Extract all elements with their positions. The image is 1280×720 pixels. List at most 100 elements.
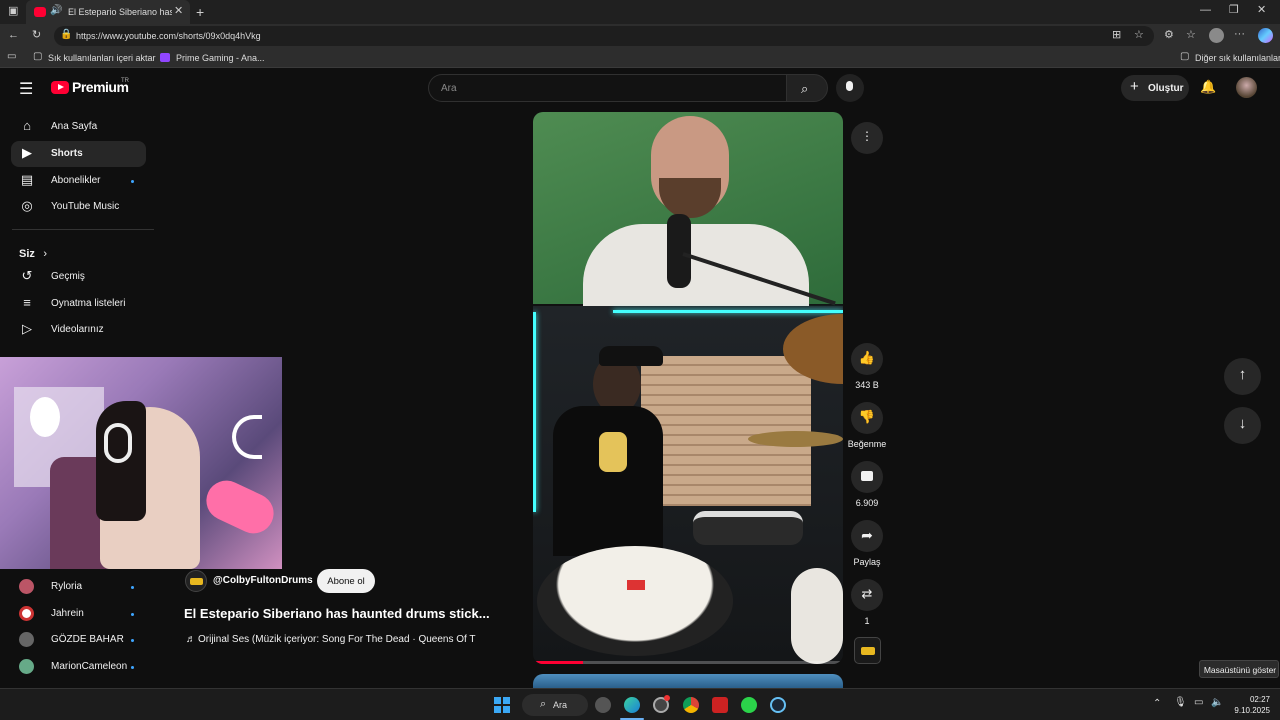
browser-tab[interactable]: 🔊 El Estepario Siberiano has ha ✕ bbox=[26, 0, 190, 24]
steam-icon[interactable] bbox=[770, 697, 786, 713]
region-code: TR bbox=[121, 78, 129, 84]
youtube-favicon-icon bbox=[34, 7, 46, 17]
channel-handle[interactable]: @ColbyFultonDrums bbox=[213, 575, 313, 586]
thumbs-up-icon: 👍 bbox=[858, 350, 876, 365]
close-tab-icon[interactable]: ✕ bbox=[174, 6, 183, 17]
premium-brand[interactable]: Premium bbox=[72, 79, 129, 95]
vpn-app-icon[interactable] bbox=[741, 697, 757, 713]
sidebar-item-home[interactable]: ⌂ Ana Sayfa bbox=[11, 114, 146, 140]
notification-badge bbox=[664, 695, 670, 701]
channel-avatar[interactable] bbox=[185, 570, 207, 592]
minimize-icon[interactable]: — bbox=[1200, 5, 1211, 16]
reader-mode-icon[interactable]: ⊞ bbox=[1112, 30, 1121, 41]
account-avatar[interactable] bbox=[1236, 77, 1257, 98]
like-button[interactable]: 👍 bbox=[851, 343, 883, 375]
prime-gaming-link[interactable]: Prime Gaming - Ana... bbox=[176, 53, 265, 63]
sidebar-item-label: Ana Sayfa bbox=[51, 121, 98, 132]
ride-cymbal bbox=[748, 431, 843, 447]
clock[interactable]: 02:27 9.10.2025 bbox=[1228, 694, 1272, 718]
refresh-icon[interactable]: ↻ bbox=[32, 30, 41, 41]
chevron-up-icon[interactable]: ⌃ bbox=[1153, 698, 1161, 709]
notifications-bell-icon[interactable]: 🔔 bbox=[1200, 79, 1216, 95]
chrome-icon[interactable] bbox=[683, 697, 699, 713]
channel-avatar bbox=[19, 579, 34, 594]
next-short-button[interactable]: ↓ bbox=[1224, 407, 1261, 444]
bass-drum bbox=[537, 546, 733, 656]
share-label: Paylaş bbox=[853, 557, 881, 567]
sidebar-item-history[interactable]: ↺ Geçmiş bbox=[11, 264, 146, 290]
channel-logo-icon bbox=[190, 578, 203, 585]
led-strip-side bbox=[533, 312, 536, 512]
sidebar-item-subscriptions[interactable]: ▤ Abonelikler bbox=[11, 168, 146, 194]
comments-button[interactable] bbox=[851, 461, 883, 493]
edge-icon[interactable] bbox=[624, 697, 640, 713]
arrow-down-icon: ↓ bbox=[1238, 415, 1247, 432]
tab-actions-icon[interactable]: ▣ bbox=[8, 6, 18, 17]
sidebar-channel-marioncameleon[interactable]: MarionCameleon bbox=[11, 654, 146, 680]
music-note-icon: ♬ bbox=[186, 634, 196, 645]
taskbar-search[interactable]: ⌕ Ara bbox=[522, 694, 588, 716]
search-input[interactable]: Ara bbox=[428, 74, 786, 102]
chevron-right-icon: › bbox=[43, 248, 48, 260]
network-icon[interactable]: ▭ bbox=[1194, 697, 1203, 708]
collections-icon[interactable]: ▭ bbox=[7, 52, 16, 62]
short-video-player[interactable] bbox=[533, 112, 843, 664]
subscribe-button[interactable]: Abone ol bbox=[317, 569, 375, 593]
dislike-button[interactable]: 👎 bbox=[851, 402, 883, 434]
sidebar-item-label: YouTube Music bbox=[51, 201, 120, 212]
close-window-icon[interactable]: ✕ bbox=[1257, 5, 1266, 16]
previous-short-button[interactable]: ↑ bbox=[1224, 358, 1261, 395]
create-button[interactable]: + Oluştur bbox=[1121, 75, 1189, 101]
sidebar-item-youtube-music[interactable]: ◎ YouTube Music bbox=[11, 194, 146, 220]
youtube-logo-icon[interactable] bbox=[51, 81, 69, 94]
video-progress-track[interactable] bbox=[533, 661, 843, 664]
sidebar-channel-ryloria[interactable]: Ryloria bbox=[11, 574, 146, 600]
hamburger-menu-icon[interactable]: ☰ bbox=[19, 82, 33, 98]
task-view-icon[interactable] bbox=[595, 697, 611, 713]
voice-search-button[interactable] bbox=[836, 74, 864, 102]
sidebar-item-your-videos[interactable]: ▷ Videolarınız bbox=[11, 317, 146, 343]
channel-name: Jahrein bbox=[51, 608, 84, 619]
sidebar-item-shorts[interactable]: ▶ Shorts bbox=[11, 141, 146, 167]
shorts-icon: ▶ bbox=[22, 145, 32, 160]
search-placeholder: Ara bbox=[441, 83, 457, 94]
sidebar-you-header[interactable]: Siz › bbox=[19, 244, 47, 262]
media-app-icon[interactable] bbox=[712, 697, 728, 713]
volume-icon[interactable]: 🔈 bbox=[1211, 697, 1223, 708]
remix-button[interactable]: ⇄ bbox=[851, 579, 883, 611]
search-button[interactable]: ⌕ bbox=[786, 74, 828, 102]
arrow-up-icon: ↑ bbox=[1238, 366, 1247, 383]
drummer-shirt bbox=[553, 406, 663, 556]
video-progress-fill bbox=[533, 661, 583, 664]
sidebar-channel-gozde-bahar[interactable]: GÖZDE BAHAR bbox=[11, 627, 146, 653]
audio-track-link[interactable]: Orijinal Ses (Müzik içeriyor: Song For T… bbox=[198, 634, 484, 645]
more-options-button[interactable]: ⋮ bbox=[851, 122, 883, 154]
back-icon[interactable]: ← bbox=[8, 30, 19, 41]
microphone-tray-icon[interactable]: 🎙 bbox=[1174, 697, 1187, 708]
favorite-star-icon[interactable]: ☆ bbox=[1134, 30, 1144, 41]
headphones bbox=[104, 423, 132, 463]
more-menu-icon[interactable]: ··· bbox=[1234, 29, 1245, 40]
other-favorites-link[interactable]: Diğer sık kullanılanlar bbox=[1195, 53, 1280, 63]
url-field[interactable]: 🔒 https://www.youtube.com/shorts/09x0dq4… bbox=[54, 26, 1154, 46]
import-favorites-link[interactable]: Sık kullanılanları içeri aktar bbox=[48, 53, 156, 63]
url-text: https://www.youtube.com/shorts/09x0dq4hV… bbox=[76, 31, 261, 41]
favorites-icon[interactable]: ☆ bbox=[1186, 30, 1196, 41]
sidebar-item-playlists[interactable]: ≡ Oynatma listeleri bbox=[11, 291, 146, 317]
channel-avatar bbox=[19, 659, 34, 674]
sound-thumbnail[interactable] bbox=[854, 637, 881, 664]
sidebar-channel-jahrein[interactable]: Jahrein bbox=[11, 601, 146, 627]
profile-avatar[interactable] bbox=[1209, 28, 1224, 43]
extensions-icon[interactable]: ⚙ bbox=[1164, 30, 1174, 41]
maximize-icon[interactable]: ❐ bbox=[1229, 5, 1239, 16]
short-title[interactable]: El Estepario Siberiano has haunted drums… bbox=[184, 606, 490, 621]
new-tab-icon[interactable]: + bbox=[196, 5, 204, 19]
snare-drum bbox=[693, 511, 803, 545]
audio-playing-icon[interactable]: 🔊 bbox=[50, 6, 62, 16]
share-button[interactable]: ➦ bbox=[851, 520, 883, 552]
copilot-icon[interactable] bbox=[1258, 28, 1273, 43]
sidebar-item-label: Shorts bbox=[51, 148, 83, 159]
windows-start-icon[interactable] bbox=[494, 697, 510, 713]
drummer-panel bbox=[533, 306, 843, 664]
next-short-preview[interactable] bbox=[533, 674, 843, 688]
